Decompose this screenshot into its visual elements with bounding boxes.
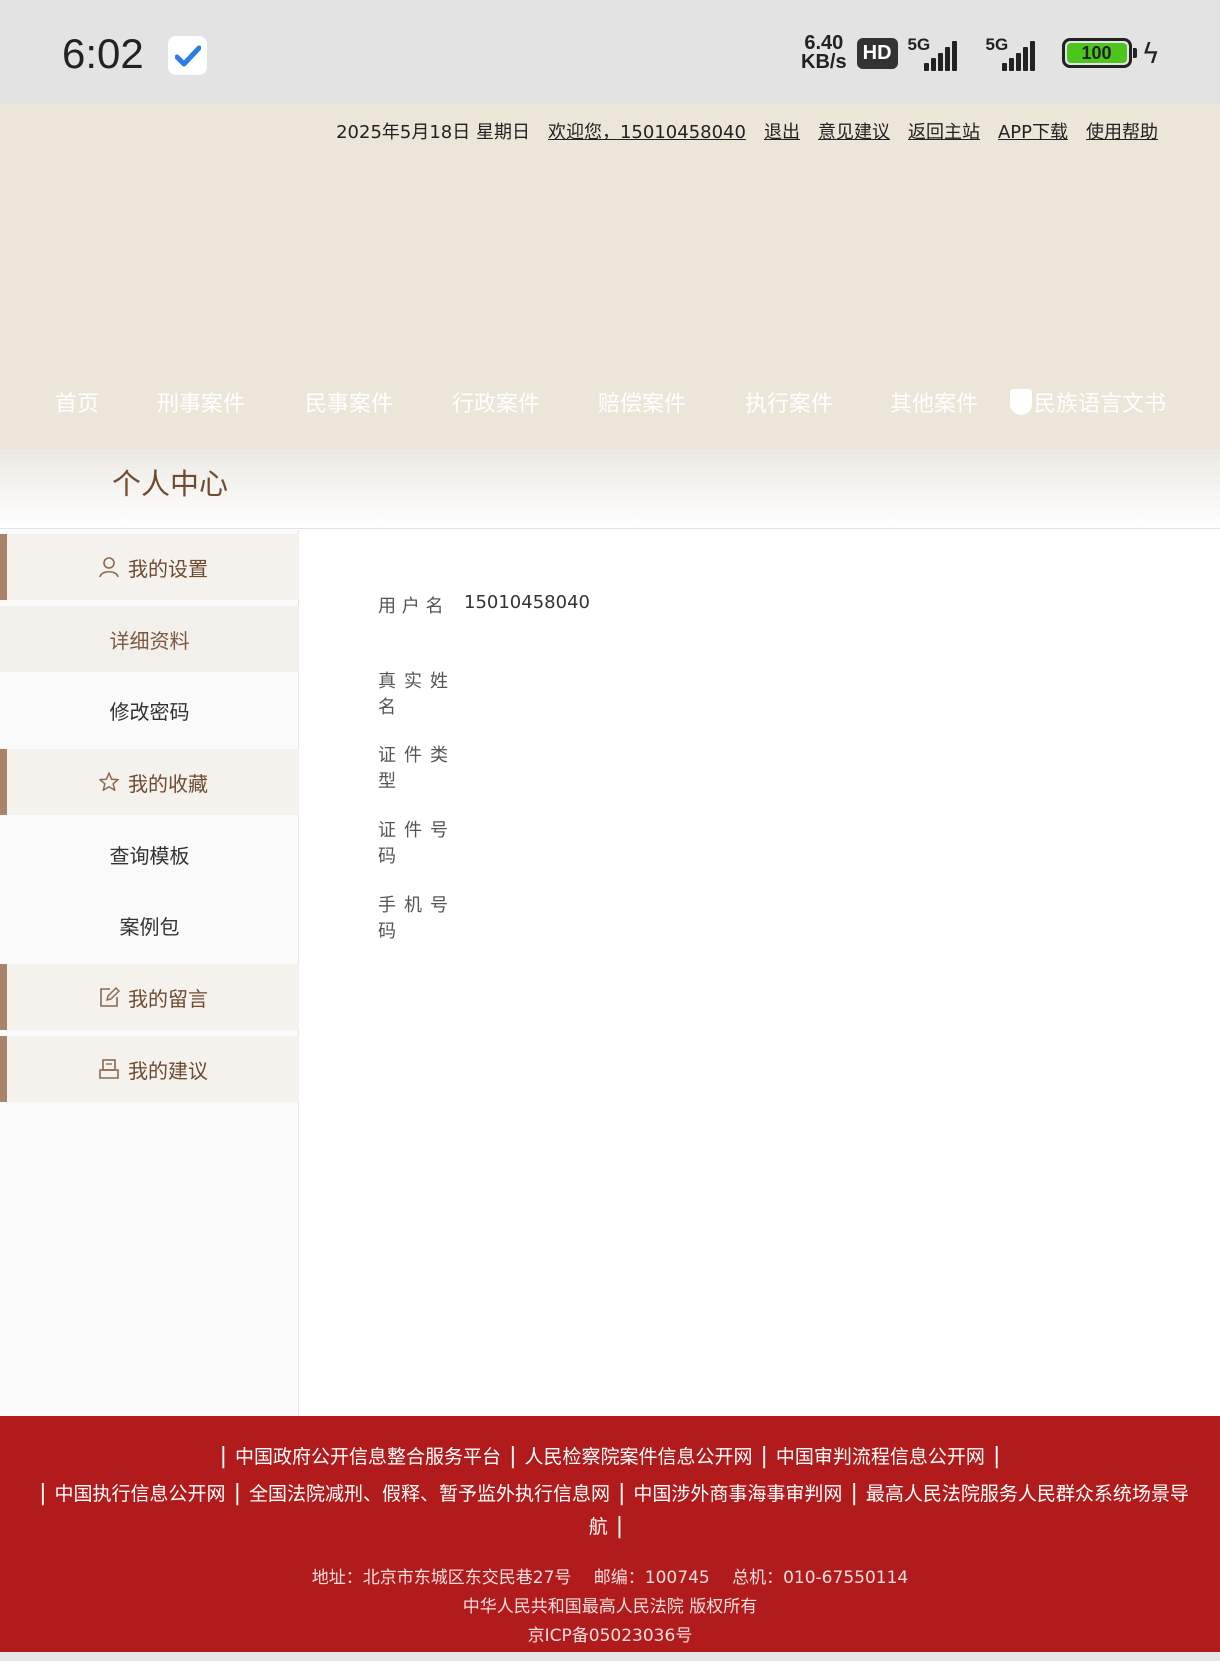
- charging-icon: ϟ: [1141, 36, 1160, 70]
- logout-link[interactable]: 退出: [764, 118, 800, 144]
- footer-address: 地址：北京市东城区东交民巷27号 邮编：100745 总机：010-675501…: [311, 1568, 909, 1588]
- suggestion-box-icon: [99, 1059, 119, 1079]
- field-phone: 手机号码: [378, 891, 448, 943]
- phone-label: 手机号码: [378, 895, 448, 942]
- task-check-icon: [168, 36, 207, 75]
- top-links: 2025年5月18日 星期日 欢迎您，15010458040 退出 意见建议 返…: [336, 118, 1158, 144]
- field-real-name: 真实姓名: [378, 667, 448, 719]
- current-date: 2025年5月18日 星期日: [336, 122, 530, 143]
- footer-link-execution-info[interactable]: 中国执行信息公开网: [55, 1483, 226, 1505]
- field-username: 用 户 名 15010458040: [378, 592, 590, 618]
- sidebar-group-my-messages[interactable]: 我的留言: [0, 964, 299, 1030]
- nav-compensation[interactable]: 赔偿案件: [598, 386, 686, 418]
- footer-link-gov-info[interactable]: 中国政府公开信息整合服务平台: [235, 1446, 501, 1468]
- feedback-link[interactable]: 意见建议: [818, 118, 890, 144]
- real-name-label: 真实姓名: [378, 671, 448, 718]
- title-band: 个人中心: [0, 449, 1220, 529]
- footer-link-service-navigation[interactable]: 最高人民法院服务人民群众系统场景导: [866, 1483, 1189, 1505]
- nav-execution[interactable]: 执行案件: [745, 386, 833, 418]
- username-label: 用 户 名: [378, 596, 444, 617]
- page-title: 个人中心: [112, 467, 229, 501]
- footer-links-row-3: 航 |: [588, 1514, 624, 1539]
- status-time: 6:02: [62, 30, 144, 77]
- status-bar: 6:02 6.40 KB/s HD 5G 5G 100 ϟ: [0, 0, 1220, 104]
- hd-voice-icon: HD: [856, 37, 898, 69]
- main-nav: 首页 刑事案件 民事案件 行政案件 赔偿案件 执行案件 其他案件 民族语言文书: [0, 386, 1220, 436]
- footer-link-service-navigation-cont[interactable]: 航: [589, 1516, 608, 1538]
- site-footer: | 中国政府公开信息整合服务平台 | 人民检察院案件信息公开网 | 中国审判流程信息公开网…: [0, 1416, 1220, 1652]
- id-number-label: 证件号码: [378, 820, 448, 867]
- field-id-number: 证件号码: [378, 816, 448, 868]
- network-speed: 6.40 KB/s: [801, 32, 847, 73]
- footer-links-row-2: | 中国执行信息公开网 | 全国法院减刑、假释、暂予监外执行信息网 | 中国涉外商事海事审…: [39, 1481, 1189, 1506]
- help-link[interactable]: 使用帮助: [1086, 118, 1158, 144]
- footer-copyright: 中华人民共和国最高人民法院 版权所有: [462, 1597, 758, 1617]
- footer-links-row-1: | 中国政府公开信息整合服务平台 | 人民检察院案件信息公开网 | 中国审判流程信息公开网…: [219, 1444, 1001, 1469]
- nav-ethnic-language[interactable]: 民族语言文书: [1010, 386, 1166, 418]
- sidebar-item-case-package[interactable]: 案例包: [0, 892, 299, 958]
- field-id-type: 证件类型: [378, 741, 448, 793]
- battery-icon: 100: [1061, 38, 1137, 68]
- return-main-site-link[interactable]: 返回主站: [908, 118, 980, 144]
- user-icon: [99, 557, 119, 578]
- edit-icon: [100, 986, 120, 1007]
- sidebar-group-my-favorites[interactable]: 我的收藏: [0, 749, 299, 815]
- profile-details-panel: 用 户 名 15010458040 真实姓名 证件类型 证件号码 手机号码: [300, 530, 1220, 1416]
- footer-link-commutation[interactable]: 全国法院减刑、假释、暂予监外执行信息网: [249, 1483, 610, 1505]
- nav-other[interactable]: 其他案件: [890, 386, 978, 418]
- footer-link-trial-process[interactable]: 中国审判流程信息公开网: [776, 1446, 985, 1468]
- footer-link-procuratorate[interactable]: 人民检察院案件信息公开网: [524, 1446, 752, 1468]
- welcome-user-link[interactable]: 欢迎您，15010458040: [548, 118, 746, 144]
- app-download-link[interactable]: APP下载: [998, 118, 1068, 144]
- nav-administrative[interactable]: 行政案件: [452, 386, 540, 418]
- signal-icon-1: 5G: [908, 35, 976, 71]
- sidebar-item-query-template[interactable]: 查询模板: [0, 821, 299, 887]
- footer-link-foreign-maritime[interactable]: 中国涉外商事海事审判网: [633, 1483, 842, 1505]
- sidebar-item-change-password[interactable]: 修改密码: [0, 677, 299, 743]
- sidebar-group-my-settings[interactable]: 我的设置: [0, 534, 299, 600]
- nav-home[interactable]: 首页: [55, 386, 99, 418]
- status-icons: 6.40 KB/s HD 5G 5G 100 ϟ: [801, 32, 1160, 73]
- signal-icon-2: 5G: [986, 35, 1052, 71]
- nav-criminal[interactable]: 刑事案件: [157, 386, 245, 418]
- bottom-bar: [0, 1652, 1220, 1661]
- username-value: 15010458040: [464, 592, 590, 613]
- sidebar-group-my-suggestions[interactable]: 我的建议: [0, 1036, 299, 1102]
- footer-icp: 京ICP备05023036号: [527, 1626, 693, 1646]
- sidebar-item-details[interactable]: 详细资料: [0, 606, 299, 672]
- nav-civil[interactable]: 民事案件: [305, 386, 393, 418]
- sidebar: 我的设置 详细资料 修改密码 我的收藏 查询模板 案例包 我的留言 我的建议: [0, 530, 299, 1416]
- ethnic-language-icon: [1010, 389, 1032, 415]
- site-header: 2025年5月18日 星期日 欢迎您，15010458040 退出 意见建议 返…: [0, 104, 1220, 449]
- star-icon: [99, 772, 119, 792]
- id-type-label: 证件类型: [378, 745, 448, 792]
